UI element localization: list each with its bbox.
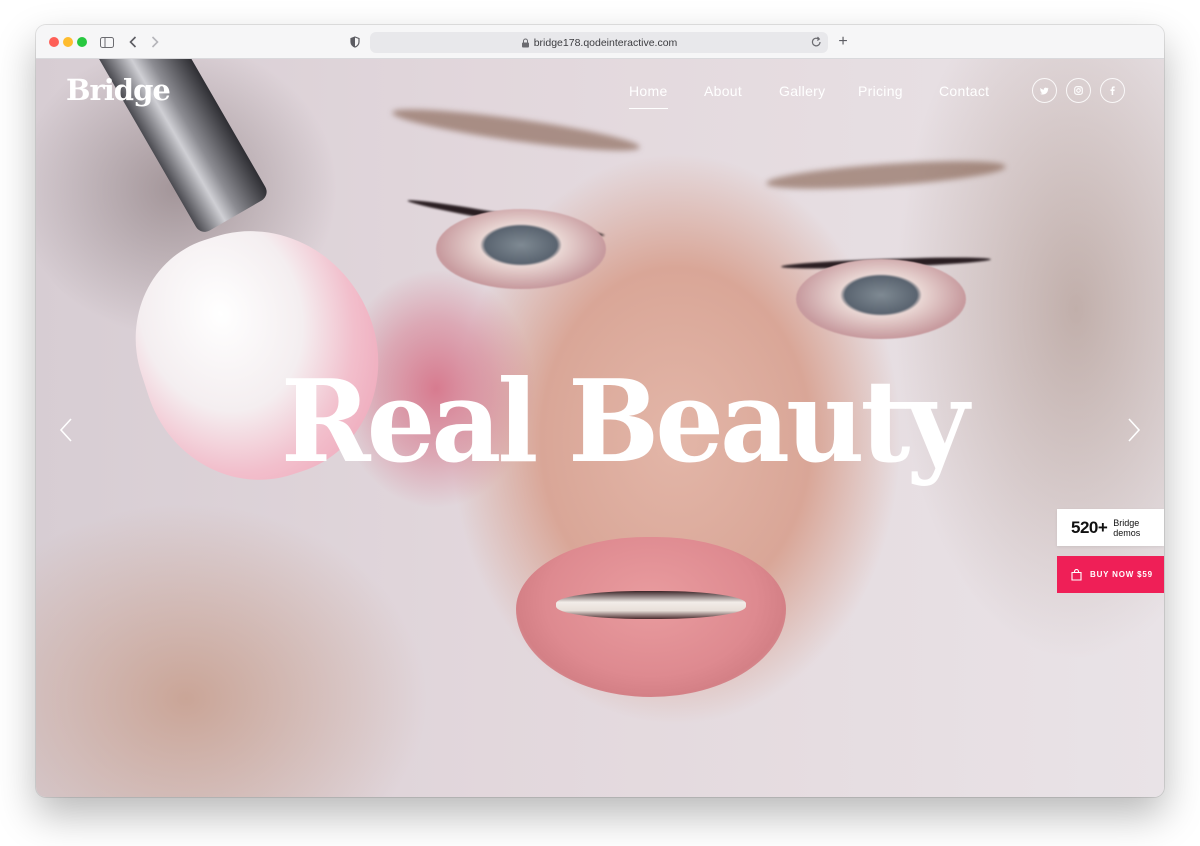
slider-prev-icon[interactable] <box>56 415 76 445</box>
instagram-icon[interactable] <box>1066 78 1091 103</box>
new-tab-button[interactable]: + <box>836 31 850 53</box>
slider-next-icon[interactable] <box>1124 415 1144 445</box>
minimize-window-button[interactable] <box>63 37 73 47</box>
left-eyebrow <box>390 101 642 159</box>
buy-now-button[interactable]: BUY NOW $59 <box>1057 556 1164 593</box>
demos-count: 520+ <box>1071 517 1108 537</box>
demos-badge[interactable]: 520+ Bridge demos <box>1057 509 1164 546</box>
nav-gallery[interactable]: Gallery <box>779 83 825 99</box>
lock-icon <box>521 38 529 47</box>
facebook-icon[interactable] <box>1100 78 1125 103</box>
nav-contact[interactable]: Contact <box>939 83 989 99</box>
zoom-window-button[interactable] <box>77 37 87 47</box>
address-bar[interactable]: bridge178.qodeinteractive.com <box>370 32 828 53</box>
right-eye <box>796 259 966 339</box>
privacy-shield-icon[interactable] <box>348 31 362 53</box>
right-eyebrow <box>765 155 1007 195</box>
nav-about[interactable]: About <box>704 83 742 99</box>
demos-label-line2: demos <box>1113 527 1141 538</box>
close-window-button[interactable] <box>49 37 59 47</box>
site-logo[interactable]: Bridge <box>66 73 171 107</box>
nav-pricing[interactable]: Pricing <box>858 83 903 99</box>
browser-toolbar: bridge178.qodeinteractive.com + <box>36 25 1164 59</box>
back-icon[interactable] <box>126 31 140 53</box>
shopping-bag-icon <box>1071 568 1082 581</box>
reload-icon[interactable] <box>811 36 822 48</box>
twitter-icon[interactable] <box>1032 78 1057 103</box>
hero-headline: Real Beauty <box>280 355 969 489</box>
sidebar-toggle-icon[interactable] <box>98 31 116 53</box>
hero-slider: Bridge Home About Gallery Pricing Contac… <box>36 59 1164 797</box>
browser-window: bridge178.qodeinteractive.com + Bridge H… <box>36 25 1164 797</box>
nav-home[interactable]: Home <box>629 83 668 109</box>
demos-label: Bridge demos <box>1113 518 1140 538</box>
teeth <box>556 591 746 619</box>
url-text: bridge178.qodeinteractive.com <box>533 36 678 49</box>
buy-now-label: BUY NOW $59 <box>1090 570 1153 579</box>
left-eye <box>436 209 606 289</box>
forward-icon[interactable] <box>148 31 162 53</box>
demos-label-line1: Bridge <box>1113 517 1140 528</box>
